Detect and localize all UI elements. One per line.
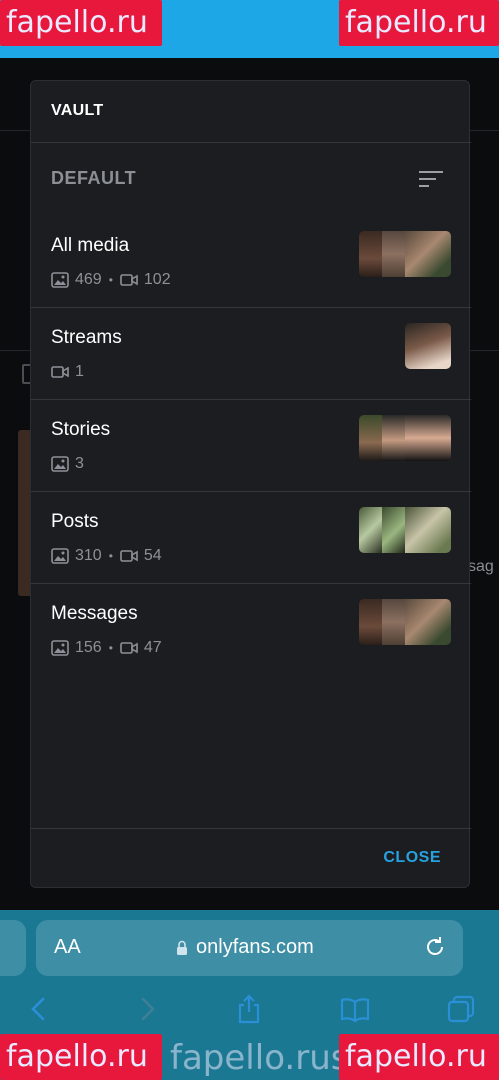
- list-name: Messages: [51, 603, 138, 624]
- bookmarks-icon[interactable]: [340, 994, 370, 1024]
- watermark-bottom-left: fapello.ru: [0, 1034, 162, 1080]
- thumbnail: [405, 415, 451, 461]
- separator-dot: •: [108, 273, 113, 287]
- list-item-all-media[interactable]: All media 469 • 102: [31, 216, 471, 308]
- thumbnail: [405, 507, 451, 553]
- list-counts: 469 • 102: [51, 271, 171, 289]
- thumbnail-strip: [359, 415, 451, 461]
- separator-dot: •: [108, 641, 113, 655]
- vault-modal: VAULT DEFAULT All media 469 • 102 Stream…: [30, 80, 471, 888]
- image-icon: [51, 456, 69, 472]
- lock-icon: [177, 940, 187, 955]
- list-name: Posts: [51, 511, 99, 532]
- video-count: 102: [143, 271, 171, 288]
- image-icon: [51, 548, 69, 564]
- bg-partial-text: sag: [468, 558, 494, 575]
- thumbnail: [359, 415, 382, 461]
- photo-count: 156: [75, 639, 102, 656]
- sort-icon[interactable]: [419, 169, 443, 189]
- list-counts: 3: [51, 455, 84, 473]
- list-counts: 156 • 47: [51, 639, 162, 657]
- video-icon: [120, 642, 138, 654]
- photo-count: 3: [75, 455, 84, 472]
- list-item-messages[interactable]: Messages 156 • 47: [31, 584, 471, 676]
- list-item-stories[interactable]: Stories 3: [31, 400, 471, 492]
- video-count: 47: [143, 639, 162, 656]
- watermark-top-left: fapello.ru: [0, 0, 162, 46]
- forward-icon[interactable]: [132, 994, 162, 1024]
- video-count: 1: [75, 363, 84, 380]
- reader-settings-button[interactable]: AA: [54, 936, 81, 959]
- list-name: Streams: [51, 327, 122, 348]
- thumbnail: [405, 231, 451, 277]
- thumbnail: [405, 599, 451, 645]
- list-name: All media: [51, 235, 130, 256]
- thumbnail: [382, 599, 405, 645]
- thumbnail: [359, 507, 382, 553]
- photo-count: 310: [75, 547, 102, 564]
- section-title: DEFAULT: [51, 168, 137, 188]
- list-item-posts[interactable]: Posts 310 • 54: [31, 492, 471, 584]
- list-name: Stories: [51, 419, 111, 440]
- aa-label: AA: [54, 936, 81, 958]
- url-text: onlyfans.com: [196, 936, 314, 958]
- separator-dot: •: [108, 549, 113, 563]
- share-icon[interactable]: [234, 994, 264, 1024]
- close-button[interactable]: CLOSE: [383, 849, 441, 867]
- modal-title: VAULT: [51, 102, 104, 119]
- thumbnail-strip: [359, 231, 451, 277]
- video-icon: [120, 550, 138, 562]
- previous-tab-stub[interactable]: [0, 920, 26, 976]
- divider: [31, 142, 471, 143]
- video-icon: [120, 274, 138, 286]
- image-icon: [51, 272, 69, 288]
- image-icon: [51, 640, 69, 656]
- list-item-streams[interactable]: Streams 1: [31, 308, 471, 400]
- tabs-icon[interactable]: [446, 994, 476, 1024]
- watermark-top-right: fapello.ru: [339, 0, 499, 46]
- thumbnail-strip: [359, 507, 451, 553]
- url-display[interactable]: onlyfans.com: [176, 936, 314, 959]
- thumbnail: [382, 507, 405, 553]
- thumbnail-strip: [405, 323, 451, 369]
- thumbnail-strip: [359, 599, 451, 645]
- video-count: 54: [143, 547, 162, 564]
- list-counts: 310 • 54: [51, 547, 162, 565]
- reload-icon[interactable]: [423, 935, 447, 959]
- thumbnail: [382, 415, 405, 461]
- back-icon[interactable]: [24, 994, 54, 1024]
- watermark-bottom-right: fapello.ru: [339, 1034, 499, 1080]
- address-bar[interactable]: AA onlyfans.com: [36, 920, 463, 976]
- thumbnail: [359, 231, 382, 277]
- thumbnail: [382, 231, 405, 277]
- thumbnail: [359, 599, 382, 645]
- thumbnail: [405, 323, 451, 369]
- photo-count: 469: [75, 271, 102, 288]
- video-icon: [51, 366, 69, 378]
- divider: [31, 828, 471, 829]
- list-counts: 1: [51, 363, 84, 381]
